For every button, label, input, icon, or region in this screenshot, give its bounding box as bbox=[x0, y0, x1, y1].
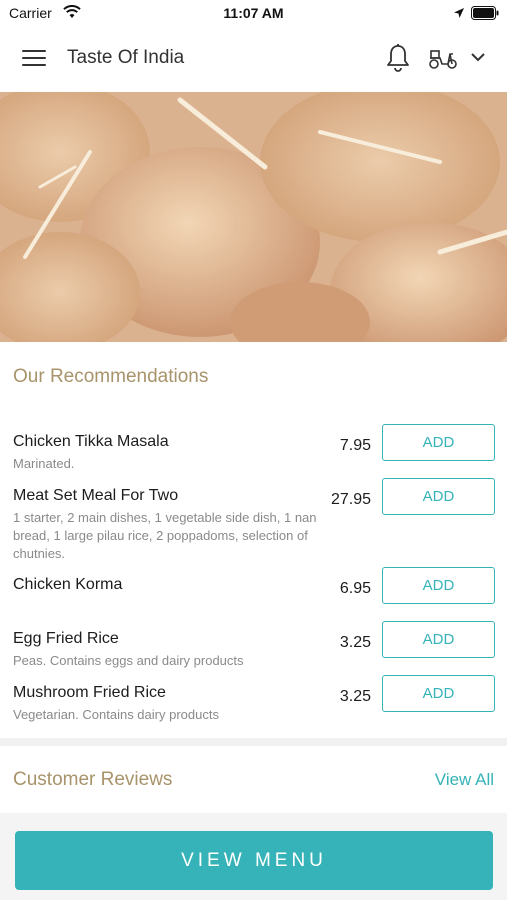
hamburger-menu-icon[interactable] bbox=[22, 50, 46, 68]
clock: 11:07 AM bbox=[223, 5, 284, 21]
item-price: 6.95 bbox=[339, 580, 371, 597]
add-button[interactable]: ADD bbox=[382, 424, 495, 461]
item-description: Vegetarian. Contains dairy products bbox=[13, 707, 219, 722]
hero-food-image bbox=[0, 92, 507, 342]
add-button[interactable]: ADD bbox=[382, 621, 495, 658]
recommendations-heading: Our Recommendations bbox=[13, 366, 209, 387]
add-button[interactable]: ADD bbox=[382, 567, 495, 604]
section-divider bbox=[0, 738, 507, 746]
view-all-reviews-link[interactable]: View All bbox=[435, 770, 494, 790]
item-name: Meat Set Meal For Two bbox=[13, 487, 179, 504]
add-button[interactable]: ADD bbox=[382, 675, 495, 712]
app-header: Taste Of India bbox=[0, 26, 507, 92]
item-description: 1 starter, 2 main dishes, 1 vegetable si… bbox=[13, 510, 317, 561]
item-description: Marinated. bbox=[13, 456, 75, 471]
status-bar: Carrier 11:07 AM bbox=[0, 0, 507, 26]
item-description: Peas. Contains eggs and dairy products bbox=[13, 653, 244, 668]
reviews-heading: Customer Reviews bbox=[13, 769, 173, 790]
item-price: 3.25 bbox=[339, 634, 371, 651]
delivery-scooter-icon[interactable] bbox=[428, 46, 458, 70]
item-price: 27.95 bbox=[330, 491, 371, 508]
item-price: 3.25 bbox=[339, 688, 371, 705]
chevron-down-icon[interactable] bbox=[470, 51, 486, 63]
location-arrow-icon bbox=[454, 8, 464, 18]
view-menu-button[interactable]: VIEW MENU bbox=[15, 831, 493, 890]
restaurant-title: Taste Of India bbox=[67, 47, 185, 68]
item-price: 7.95 bbox=[339, 437, 371, 454]
item-name: Chicken Tikka Masala bbox=[13, 433, 169, 450]
item-name: Egg Fried Rice bbox=[13, 630, 119, 647]
bell-icon[interactable] bbox=[385, 43, 411, 73]
add-button[interactable]: ADD bbox=[382, 478, 495, 515]
battery-icon bbox=[471, 6, 499, 20]
item-name: Chicken Korma bbox=[13, 576, 123, 593]
item-name: Mushroom Fried Rice bbox=[13, 684, 166, 701]
